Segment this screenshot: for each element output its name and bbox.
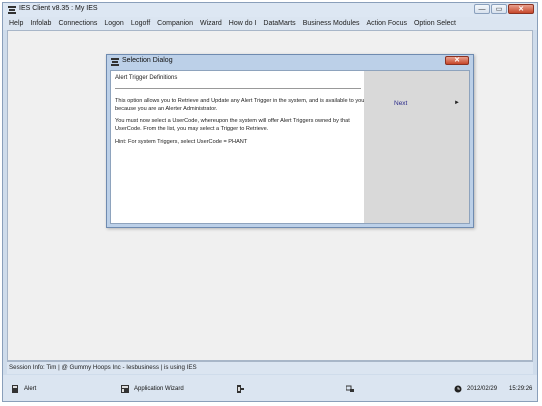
divider	[115, 88, 361, 89]
minimize-button[interactable]: —	[474, 4, 490, 14]
dialog-title-bar: Selection Dialog ✕	[107, 55, 473, 69]
dialog-close-button[interactable]: ✕	[445, 56, 469, 65]
alert-button[interactable]: Alert	[11, 384, 36, 394]
date-label: 2012/02/29	[467, 386, 498, 392]
menu-logon[interactable]: Logon	[104, 20, 123, 27]
dialog-heading: Alert Trigger Definitions	[115, 75, 178, 81]
dialog-description-panel: Alert Trigger Definitions This option al…	[111, 71, 364, 223]
next-label: Next	[394, 100, 408, 107]
alert-icon	[12, 385, 18, 393]
chevron-right-icon: ►	[454, 100, 460, 106]
close-icon: ✕	[518, 6, 524, 13]
hint-paragraph: Hint: For system Triggers, select UserCo…	[115, 139, 248, 145]
menu-how-do-i[interactable]: How do I	[229, 20, 257, 27]
wizard-label: Application Wizard	[134, 386, 184, 392]
network-icon	[346, 385, 354, 392]
session-info: Session Info: Tim | @ Gummy Hoops Inc - …	[9, 364, 197, 371]
maximize-button[interactable]: ▭	[491, 4, 507, 14]
selection-dialog: Selection Dialog ✕ Alert Trigger Definit…	[106, 54, 474, 228]
time-label: 15:29:26	[509, 386, 533, 392]
tool-icon	[237, 385, 244, 393]
dialog-body: Alert Trigger Definitions This option al…	[110, 70, 470, 224]
alert-label: Alert	[24, 386, 37, 392]
menu-companion[interactable]: Companion	[157, 20, 193, 27]
maximize-icon: ▭	[495, 6, 503, 13]
instruction-paragraph: You must now select a UserCode, whereupo…	[115, 118, 350, 132]
clock-icon	[454, 385, 462, 393]
network-button[interactable]	[346, 384, 359, 394]
app-logo-icon	[8, 6, 16, 14]
status-bar: Session Info: Tim | @ Gummy Hoops Inc - …	[7, 361, 533, 374]
close-button[interactable]: ✕	[508, 4, 534, 14]
menu-business-modules[interactable]: Business Modules	[303, 20, 360, 27]
menu-help[interactable]: Help	[9, 20, 23, 27]
menu-infolab[interactable]: Infolab	[30, 20, 51, 27]
dialog-logo-icon	[111, 58, 119, 66]
window-controls: — ▭ ✕	[473, 4, 534, 15]
dialog-action-panel: Next ►	[364, 71, 469, 223]
window-title: IES Client v8.35 : My IES	[19, 5, 98, 12]
taskbar: Alert Application Wizard 2012/02/29 15:2…	[3, 375, 537, 401]
menu-datamarts[interactable]: DataMarts	[263, 20, 295, 27]
description-paragraph: This option allows you to Retrieve and U…	[115, 98, 365, 112]
menu-wizard[interactable]: Wizard	[200, 20, 222, 27]
clock-area: 2012/02/29 15:29:26	[454, 384, 532, 394]
wizard-icon	[121, 385, 129, 393]
application-wizard-button[interactable]: Application Wizard	[121, 384, 184, 394]
tool-button[interactable]	[236, 384, 249, 394]
title-bar: IES Client v8.35 : My IES — ▭ ✕	[3, 3, 537, 17]
menu-logoff[interactable]: Logoff	[131, 20, 150, 27]
menu-option-select[interactable]: Option Select	[414, 20, 456, 27]
menu-bar: Help Infolab Connections Logon Logoff Co…	[3, 17, 537, 30]
close-icon: ✕	[454, 57, 460, 64]
minimize-icon: —	[478, 6, 486, 13]
menu-connections[interactable]: Connections	[58, 20, 97, 27]
menu-action-focus[interactable]: Action Focus	[367, 20, 407, 27]
dialog-title: Selection Dialog	[122, 57, 173, 64]
